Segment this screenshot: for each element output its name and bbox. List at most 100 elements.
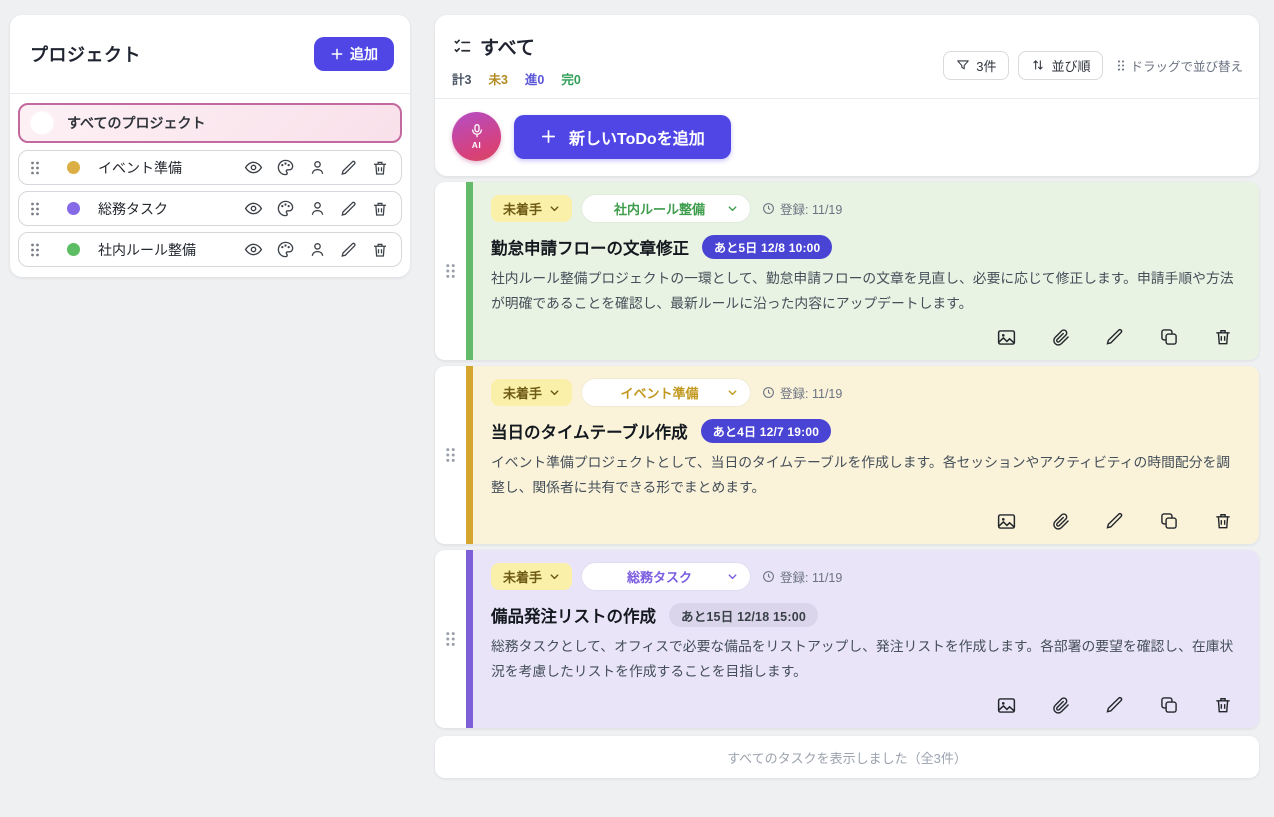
- visibility-button[interactable]: [244, 240, 263, 259]
- project-select-label: 総務タスク: [592, 567, 727, 586]
- add-todo-label: 新しいToDoを追加: [569, 125, 705, 149]
- status-select[interactable]: 未着手: [491, 563, 572, 590]
- clock-icon: [762, 570, 775, 583]
- task-card: 未着手 社内ルール整備 登録: 11/19 勤怠申請フローの文章修正 あと5日 …: [435, 182, 1259, 360]
- filter-button[interactable]: 3件: [943, 51, 1009, 80]
- add-project-button[interactable]: 追加: [314, 37, 394, 71]
- task-card: 未着手 イベント準備 登録: 11/19 当日のタイムテーブル作成 あと4日 1…: [435, 366, 1259, 544]
- status-label: 未着手: [503, 199, 542, 218]
- drag-handle-icon[interactable]: [29, 242, 41, 258]
- grip-icon: [1116, 59, 1126, 72]
- count-done: 完0: [561, 69, 580, 88]
- clock-icon: [762, 386, 775, 399]
- project-select-label: 社内ルール整備: [592, 199, 727, 218]
- task-drag-handle[interactable]: [435, 366, 466, 544]
- registered-date: 登録: 11/19: [762, 199, 842, 218]
- due-badge: あと15日 12/18 15:00: [669, 603, 818, 627]
- task-counts: 計3 未3 進0 完0: [452, 69, 581, 88]
- registered-label: 登録: 11/19: [780, 567, 842, 586]
- task-drag-handle[interactable]: [435, 182, 466, 360]
- attach-file-button[interactable]: [1051, 511, 1071, 532]
- project-list: すべてのプロジェクト イベント準備 総務タスク: [10, 94, 410, 277]
- task-color-stripe: [466, 366, 473, 544]
- count-todo: 未3: [488, 69, 507, 88]
- ai-voice-button[interactable]: AI: [452, 112, 501, 161]
- edit-task-button[interactable]: [1105, 695, 1125, 716]
- chevron-down-icon: [549, 387, 560, 398]
- registered-date: 登録: 11/19: [762, 567, 842, 586]
- edit-project-button[interactable]: [340, 200, 358, 218]
- members-button[interactable]: [308, 240, 327, 259]
- project-select[interactable]: 社内ルール整備: [582, 195, 750, 222]
- ai-label: AI: [472, 140, 482, 150]
- tasklist-icon: [452, 37, 472, 57]
- color-palette-button[interactable]: [276, 199, 295, 218]
- color-palette-button[interactable]: [276, 158, 295, 177]
- visibility-button[interactable]: [244, 158, 263, 177]
- edit-task-button[interactable]: [1105, 327, 1125, 348]
- registered-label: 登録: 11/19: [780, 383, 842, 402]
- task-description: イベント準備プロジェクトとして、当日のタイムテーブルを作成します。各セッションや…: [491, 451, 1237, 500]
- project-select[interactable]: 総務タスク: [582, 563, 750, 590]
- chevron-down-icon: [549, 571, 560, 582]
- duplicate-task-button[interactable]: [1159, 327, 1179, 348]
- attach-image-button[interactable]: [996, 327, 1017, 348]
- delete-project-button[interactable]: [371, 159, 389, 177]
- delete-task-button[interactable]: [1213, 695, 1233, 716]
- sort-arrows-icon: [1031, 58, 1045, 72]
- delete-task-button[interactable]: [1213, 511, 1233, 532]
- attach-image-button[interactable]: [996, 695, 1017, 716]
- attach-file-button[interactable]: [1051, 695, 1071, 716]
- members-button[interactable]: [308, 158, 327, 177]
- sort-button[interactable]: 並び順: [1018, 51, 1103, 80]
- sort-label: 並び順: [1051, 56, 1090, 75]
- project-item[interactable]: 総務タスク: [18, 191, 402, 226]
- delete-project-button[interactable]: [371, 200, 389, 218]
- edit-project-button[interactable]: [340, 159, 358, 177]
- delete-task-button[interactable]: [1213, 327, 1233, 348]
- list-footer: すべてのタスクを表示しました（全3件）: [435, 736, 1259, 778]
- projects-title: プロジェクト: [30, 41, 141, 67]
- edit-project-button[interactable]: [340, 241, 358, 259]
- all-projects-label: すべてのプロジェクト: [67, 113, 205, 133]
- plus-icon: [540, 128, 557, 145]
- projects-header: プロジェクト 追加: [10, 15, 410, 93]
- status-select[interactable]: 未着手: [491, 195, 572, 222]
- clock-icon: [762, 202, 775, 215]
- drag-handle-icon[interactable]: [29, 201, 41, 217]
- add-todo-button[interactable]: 新しいToDoを追加: [514, 115, 731, 159]
- task-title: 勤怠申請フローの文章修正: [491, 235, 689, 259]
- project-name: 社内ルール整備: [98, 240, 244, 260]
- project-name: 総務タスク: [98, 199, 244, 219]
- delete-project-button[interactable]: [371, 241, 389, 259]
- project-item-all[interactable]: すべてのプロジェクト: [18, 103, 402, 143]
- status-select[interactable]: 未着手: [491, 379, 572, 406]
- projects-panel: プロジェクト 追加 すべてのプロジェクト イベント準備 総: [10, 15, 410, 277]
- page-title: すべて: [480, 33, 535, 60]
- tasks-header-panel: すべて 計3 未3 進0 完0 3件 並び順: [435, 15, 1259, 176]
- project-color-dot: [67, 243, 80, 256]
- footer-message: すべてのタスクを表示しました（全3件）: [727, 748, 967, 767]
- task-description: 社内ルール整備プロジェクトの一環として、勤怠申請フローの文章を見直し、必要に応じ…: [491, 267, 1237, 316]
- task-title: 備品発注リストの作成: [491, 603, 656, 627]
- project-item[interactable]: イベント準備: [18, 150, 402, 185]
- project-item[interactable]: 社内ルール整備: [18, 232, 402, 267]
- filter-count-label: 3件: [976, 56, 996, 75]
- edit-task-button[interactable]: [1105, 511, 1125, 532]
- attach-file-button[interactable]: [1051, 327, 1071, 348]
- duplicate-task-button[interactable]: [1159, 511, 1179, 532]
- task-color-stripe: [466, 182, 473, 360]
- task-drag-handle[interactable]: [435, 550, 466, 728]
- registered-date: 登録: 11/19: [762, 383, 842, 402]
- tasks-main: すべて 計3 未3 進0 完0 3件 並び順: [435, 15, 1259, 778]
- status-label: 未着手: [503, 383, 542, 402]
- drag-hint-label: ドラッグで並び替え: [1130, 56, 1243, 75]
- drag-handle-icon[interactable]: [29, 160, 41, 176]
- members-button[interactable]: [308, 199, 327, 218]
- add-project-label: 追加: [350, 44, 378, 64]
- color-palette-button[interactable]: [276, 240, 295, 259]
- attach-image-button[interactable]: [996, 511, 1017, 532]
- visibility-button[interactable]: [244, 199, 263, 218]
- project-select[interactable]: イベント準備: [582, 379, 750, 406]
- duplicate-task-button[interactable]: [1159, 695, 1179, 716]
